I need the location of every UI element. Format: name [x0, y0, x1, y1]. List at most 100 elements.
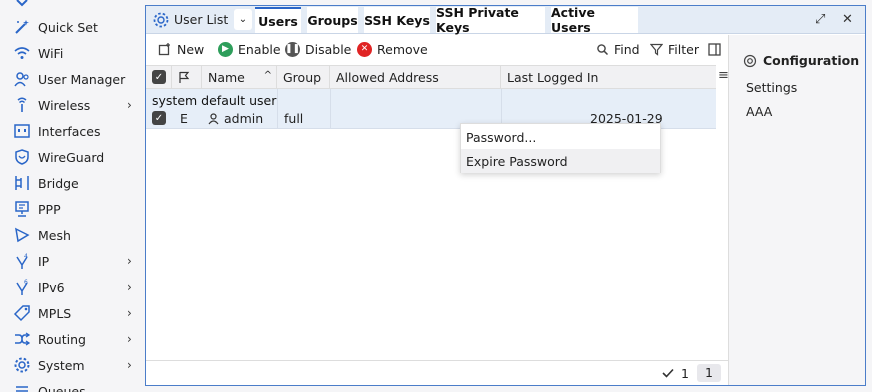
- sidebar-item-wireless[interactable]: Wireless ›: [0, 92, 146, 118]
- row-name: admin: [224, 111, 264, 126]
- flag-column-header[interactable]: [172, 66, 202, 88]
- select-all-header[interactable]: ✓: [146, 66, 172, 88]
- pause-icon: ❚❚: [285, 41, 300, 57]
- remove-label: Remove: [377, 41, 428, 57]
- tab-dropdown-button[interactable]: ⌄: [234, 9, 252, 30]
- sidebar-item-label: Quick Set: [38, 19, 98, 35]
- menu-item-password[interactable]: Password...: [461, 125, 660, 149]
- users-icon: [12, 69, 32, 89]
- tab-label: Users: [258, 13, 298, 29]
- sidebar-item-label: MPLS: [38, 305, 72, 321]
- column-label: Name: [208, 69, 245, 85]
- chevron-right-icon: ›: [127, 98, 132, 112]
- flag-icon: [179, 71, 190, 83]
- sidebar-item-routing[interactable]: Routing ›: [0, 326, 146, 352]
- sidebar-item-ipv6[interactable]: 6 IPv6 ›: [0, 274, 146, 300]
- sidebar-item-label: Queues: [38, 383, 86, 392]
- toolbar: New ▶ Enable ❚❚ Disable ✕ Remove Find Fi…: [146, 35, 728, 63]
- menu-item-label: Expire Password: [466, 153, 568, 169]
- name-column-header[interactable]: Name ^: [202, 66, 277, 88]
- svg-text:6: 6: [24, 279, 28, 286]
- restore-icon[interactable]: ⤢: [815, 12, 825, 27]
- sidebar-item-label: Mesh: [38, 227, 71, 243]
- mesh-icon: [12, 225, 32, 245]
- find-button[interactable]: Find: [596, 40, 640, 58]
- tab-active-users[interactable]: Active Users: [551, 5, 638, 35]
- total-count-badge: 1: [697, 364, 721, 382]
- configuration-panel: Configuration Settings AAA: [728, 35, 865, 385]
- disable-button[interactable]: ❚❚ Disable: [285, 40, 351, 58]
- play-icon: ▶: [218, 41, 233, 57]
- gear-icon: [153, 12, 169, 28]
- chevron-right-icon: ›: [127, 306, 132, 320]
- tab-ssh-private-keys[interactable]: SSH Private Keys: [436, 5, 545, 35]
- chevron-right-icon: ›: [127, 280, 132, 294]
- toggle-panel-button[interactable]: [708, 40, 721, 58]
- selected-count: 1: [681, 366, 689, 381]
- chevron-right-icon: ›: [127, 254, 132, 268]
- sidebar-item-mpls[interactable]: MPLS ›: [0, 300, 146, 326]
- sidebar-item-queues[interactable]: Queues: [0, 378, 146, 392]
- chevron-right-icon: ›: [127, 358, 132, 372]
- column-divider: [277, 89, 278, 129]
- configuration-heading: Configuration: [743, 53, 859, 68]
- menu-item-label: Password...: [466, 129, 537, 145]
- row-checkbox[interactable]: ✓: [152, 111, 166, 125]
- tab-users[interactable]: Users: [255, 7, 301, 33]
- interfaces-icon: [12, 121, 32, 141]
- allowed-address-column-header[interactable]: Allowed Address: [330, 66, 501, 88]
- status-bar: 1 1: [146, 360, 728, 385]
- group-label: system default user: [152, 93, 277, 108]
- sidebar-item-interfaces[interactable]: Interfaces: [0, 118, 146, 144]
- sidebar-item-label: PPP: [38, 201, 61, 217]
- enable-button[interactable]: ▶ Enable: [218, 40, 281, 58]
- filter-button[interactable]: Filter: [650, 40, 699, 58]
- new-label: New: [177, 41, 205, 57]
- sidebar-item-label: WireGuard: [38, 149, 105, 165]
- sidebar-item-label: WiFi: [38, 45, 64, 61]
- sidebar-item-label: Interfaces: [38, 123, 101, 139]
- sidebar-item-ppp[interactable]: PPP: [0, 196, 146, 222]
- x-icon: ✕: [357, 41, 372, 57]
- column-label: Allowed Address: [336, 69, 439, 85]
- close-icon[interactable]: ✕: [842, 12, 853, 27]
- column-label: Last Logged In: [507, 69, 599, 85]
- remove-button[interactable]: ✕ Remove: [357, 40, 428, 58]
- sidebar-item-wireguard[interactable]: WireGuard: [0, 144, 146, 170]
- sidebar-item-quick-set[interactable]: Quick Set: [0, 14, 146, 40]
- sort-asc-icon: ^: [263, 70, 272, 81]
- sidebar-item-label: IP: [38, 253, 50, 269]
- sidebar-item-bridge[interactable]: Bridge: [0, 170, 146, 196]
- window-titlebar: User List ⌄ Users Groups SSH Keys SSH Pr…: [146, 5, 865, 35]
- sidebar-item-label: System: [38, 357, 85, 373]
- sidebar-item-ip[interactable]: 4 IP ›: [0, 248, 146, 274]
- window-title: User List: [174, 12, 229, 27]
- sidebar-panel-icon: [708, 42, 721, 56]
- settings-link[interactable]: Settings: [746, 80, 797, 95]
- new-button[interactable]: New: [158, 40, 204, 58]
- sidebar-item-label: User Manager: [38, 71, 126, 87]
- tab-label: Groups: [307, 12, 358, 28]
- disable-label: Disable: [305, 41, 352, 57]
- routing-icon: [12, 329, 32, 349]
- sidebar-item-label: Wireless: [38, 97, 91, 113]
- filter-icon: [650, 43, 663, 56]
- tab-groups[interactable]: Groups: [307, 7, 358, 33]
- group-column-header[interactable]: Group: [277, 66, 330, 88]
- tab-ssh-keys[interactable]: SSH Keys: [364, 7, 430, 33]
- filter-label: Filter: [668, 41, 699, 57]
- menu-item-expire-password[interactable]: Expire Password: [461, 149, 660, 173]
- sidebar-item-user-manager[interactable]: User Manager: [0, 66, 146, 92]
- sidebar-item-mesh[interactable]: Mesh: [0, 222, 146, 248]
- last-logged-in-column-header[interactable]: Last Logged In: [501, 66, 716, 88]
- chevron-down-icon: ⌄: [238, 14, 248, 25]
- sidebar-item-wifi[interactable]: WiFi: [0, 40, 146, 66]
- sidebar-item-system[interactable]: System ›: [0, 352, 146, 378]
- user-list-window: User List ⌄ Users Groups SSH Keys SSH Pr…: [145, 5, 866, 386]
- new-icon: [158, 43, 170, 56]
- column-label: Group: [283, 69, 322, 85]
- aaa-link[interactable]: AAA: [746, 104, 772, 119]
- ipv6-icon: 6: [12, 277, 32, 297]
- sidebar-item-label: IPv6: [38, 279, 65, 295]
- wifi-icon: [12, 43, 32, 63]
